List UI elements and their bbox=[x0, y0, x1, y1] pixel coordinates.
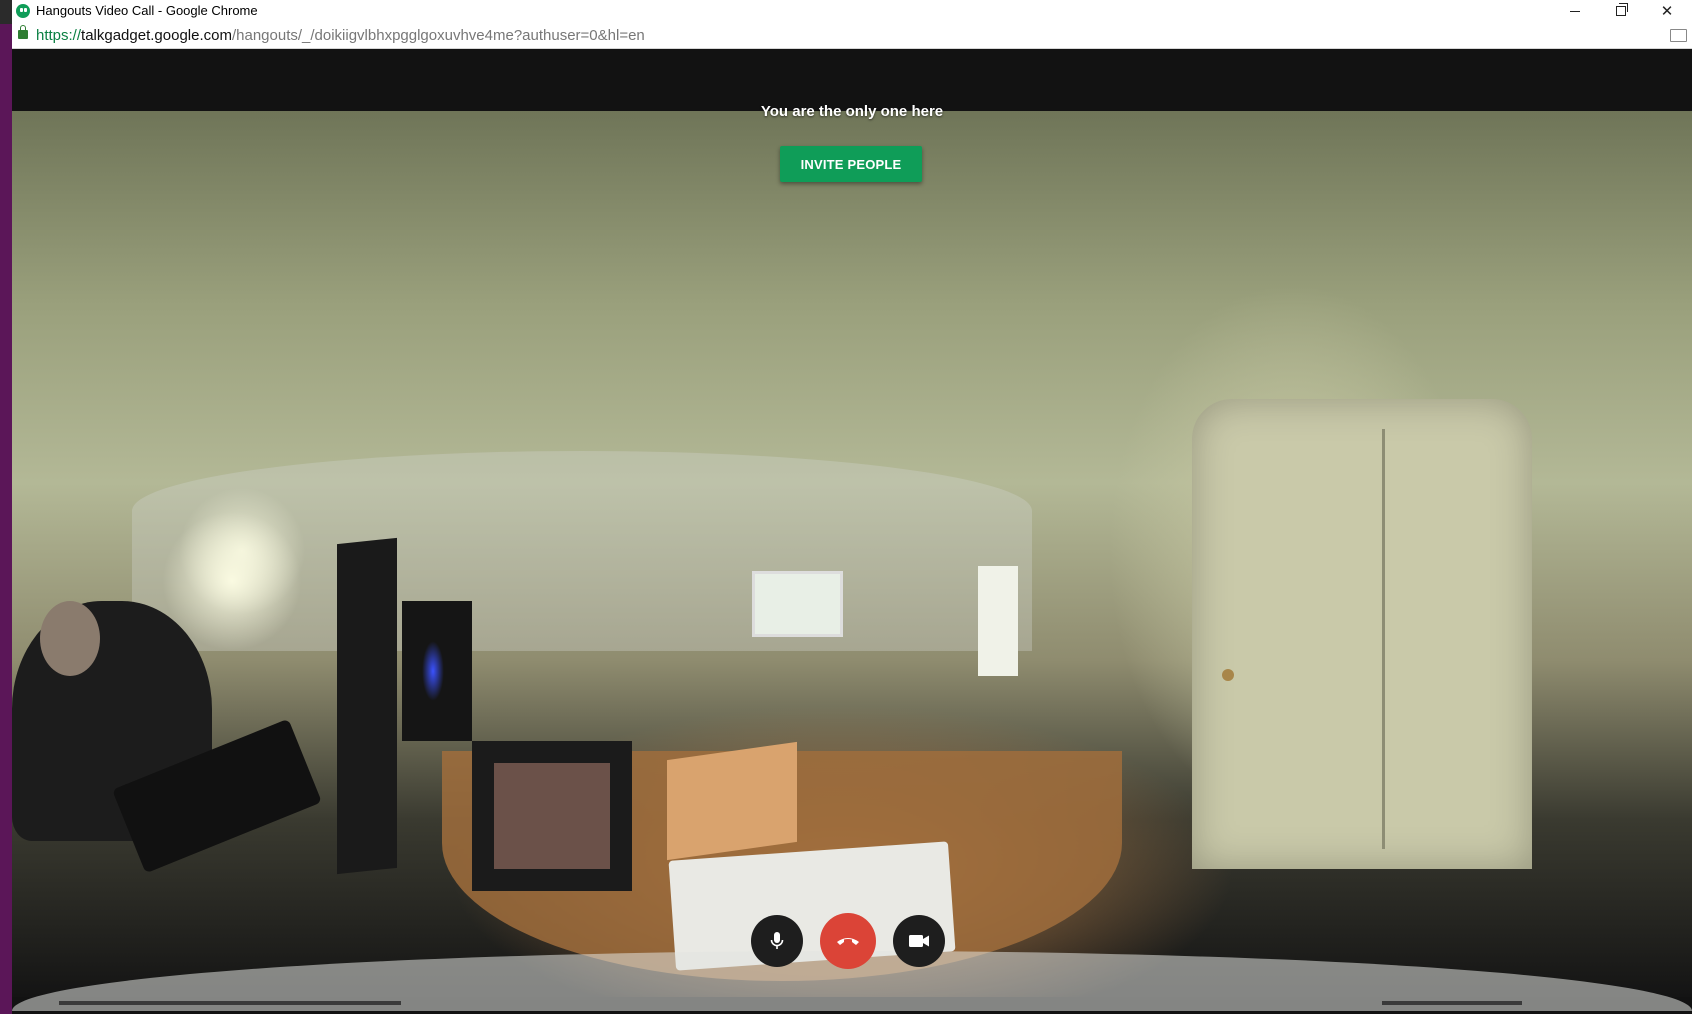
video-feed bbox=[12, 111, 1692, 1011]
hang-up-button[interactable] bbox=[820, 913, 876, 969]
close-icon: ✕ bbox=[1660, 2, 1674, 20]
close-button[interactable]: ✕ bbox=[1644, 0, 1690, 22]
cast-icon[interactable] bbox=[1670, 29, 1687, 42]
call-controls bbox=[12, 911, 1692, 971]
desktop-edge bbox=[0, 0, 12, 1014]
phone-hangup-icon bbox=[837, 938, 859, 945]
url-host: talkgadget.google.com bbox=[81, 27, 232, 44]
address-bar[interactable]: https://talkgadget.google.com/hangouts/_… bbox=[12, 23, 1692, 49]
invite-people-button[interactable]: INVITE PEOPLE bbox=[780, 146, 922, 182]
minimize-icon bbox=[1570, 10, 1580, 12]
scroll-indicator-right bbox=[1382, 1001, 1522, 1005]
url-text[interactable]: https://talkgadget.google.com/hangouts/_… bbox=[36, 27, 645, 44]
camera-button[interactable] bbox=[893, 915, 945, 967]
window-title: Hangouts Video Call - Google Chrome bbox=[36, 3, 258, 18]
video-camera-icon bbox=[909, 935, 929, 947]
scroll-indicator-left bbox=[59, 1001, 401, 1005]
url-path: /hangouts/_/doikiigvlbhxpgglgoxuvhve4me?… bbox=[231, 27, 645, 44]
mic-icon bbox=[770, 932, 784, 949]
closet-door bbox=[1192, 399, 1532, 869]
microphone-button[interactable] bbox=[751, 915, 803, 967]
lock-icon bbox=[18, 25, 28, 39]
hangouts-icon bbox=[16, 4, 30, 18]
status-message: You are the only one here bbox=[760, 103, 944, 120]
url-scheme: https:// bbox=[36, 27, 82, 44]
restore-icon bbox=[1616, 3, 1628, 16]
window-titlebar: Hangouts Video Call - Google Chrome ✕ bbox=[12, 0, 1692, 22]
minimize-button[interactable] bbox=[1552, 0, 1598, 22]
restore-button[interactable] bbox=[1598, 0, 1644, 22]
video-call-area: You are the only one here INVITE PEOPLE bbox=[12, 49, 1692, 1014]
